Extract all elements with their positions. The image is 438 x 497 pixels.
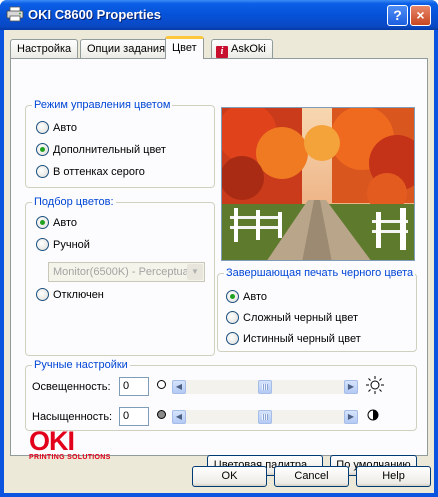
black-finish-group: Завершающая печать черного цвета Авто Сл… bbox=[217, 267, 417, 352]
radio-color-auto[interactable]: Авто bbox=[36, 121, 77, 134]
radio-button bbox=[36, 121, 49, 134]
manual-settings-group: Ручные настройки Освещенность: 0 ◀ ▶ Нас… bbox=[25, 359, 417, 431]
printer-icon bbox=[6, 6, 24, 22]
radio-composite-black[interactable]: Сложный черный цвет bbox=[226, 311, 358, 324]
radio-grayscale[interactable]: В оттенках серого bbox=[36, 165, 145, 178]
manual-settings-title: Ручные настройки bbox=[32, 359, 130, 371]
arrow-right-icon[interactable]: ▶ bbox=[344, 410, 358, 424]
autumn-road-image bbox=[222, 108, 414, 260]
color-matching-group: Подбор цветов: Авто Ручной Monitor(6500K… bbox=[25, 196, 215, 356]
saturation-slider-thumb[interactable] bbox=[258, 410, 272, 424]
color-profile-select[interactable]: Monitor(6500K) - Perceptual ▼ bbox=[48, 262, 205, 282]
help-title-button[interactable]: ? bbox=[387, 5, 408, 26]
window-title: OKI C8600 Properties bbox=[28, 7, 161, 22]
brightness-low-icon bbox=[157, 380, 166, 389]
radio-button bbox=[36, 165, 49, 178]
chevron-down-icon: ▼ bbox=[187, 264, 203, 280]
radio-button-checked bbox=[226, 290, 239, 303]
radio-true-black[interactable]: Истинный черный цвет bbox=[226, 332, 361, 345]
radio-matching-auto[interactable]: Авто bbox=[36, 216, 77, 229]
color-tab-panel: Режим управления цветом Авто Дополнитель… bbox=[10, 58, 428, 476]
sun-icon bbox=[366, 376, 384, 394]
color-preview-image bbox=[221, 107, 415, 261]
ok-button[interactable]: OK bbox=[192, 466, 267, 487]
brightness-input[interactable]: 0 bbox=[119, 377, 149, 396]
radio-advanced-color[interactable]: Дополнительный цвет bbox=[36, 143, 166, 156]
help-button[interactable]: Help bbox=[356, 466, 431, 487]
tab-settings[interactable]: Настройка bbox=[10, 39, 79, 58]
info-icon: i bbox=[216, 46, 228, 58]
color-matching-title: Подбор цветов: bbox=[32, 196, 116, 208]
close-button[interactable]: × bbox=[410, 5, 431, 26]
tab-askoki[interactable]: i AskOki bbox=[211, 39, 273, 58]
dialog-client-area: Настройка Опции задания Цвет i AskOki Реж… bbox=[4, 30, 434, 493]
saturation-low-icon bbox=[157, 410, 166, 419]
radio-button bbox=[36, 288, 49, 301]
tab-job-options[interactable]: Опции задания bbox=[80, 39, 173, 58]
color-mode-title: Режим управления цветом bbox=[32, 99, 173, 111]
radio-button bbox=[226, 332, 239, 345]
cancel-button[interactable]: Cancel bbox=[274, 466, 349, 487]
color-mode-group: Режим управления цветом Авто Дополнитель… bbox=[25, 99, 215, 188]
contrast-icon bbox=[367, 409, 379, 421]
radio-button bbox=[36, 238, 49, 251]
properties-window: OKI C8600 Properties ? × Настройка Опции… bbox=[0, 0, 438, 497]
radio-button-checked bbox=[36, 143, 49, 156]
arrow-left-icon[interactable]: ◀ bbox=[172, 410, 186, 424]
radio-matching-off[interactable]: Отключен bbox=[36, 288, 104, 301]
radio-button bbox=[226, 311, 239, 324]
saturation-label: Насыщенность: bbox=[32, 411, 113, 423]
saturation-slider[interactable]: ◀ ▶ bbox=[172, 410, 358, 424]
saturation-input[interactable]: 0 bbox=[119, 407, 149, 426]
brightness-label: Освещенность: bbox=[32, 381, 111, 393]
title-bar[interactable]: OKI C8600 Properties ? × bbox=[0, 0, 438, 30]
oki-logo: OKI PRINTING SOLUTIONS bbox=[29, 426, 111, 462]
radio-button-checked bbox=[36, 216, 49, 229]
arrow-right-icon[interactable]: ▶ bbox=[344, 380, 358, 394]
black-finish-title: Завершающая печать черного цвета bbox=[224, 267, 416, 279]
tab-color[interactable]: Цвет bbox=[165, 36, 204, 59]
brightness-slider-thumb[interactable] bbox=[258, 380, 272, 394]
brightness-slider[interactable]: ◀ ▶ bbox=[172, 380, 358, 394]
arrow-left-icon[interactable]: ◀ bbox=[172, 380, 186, 394]
radio-black-auto[interactable]: Авто bbox=[226, 290, 267, 303]
radio-matching-manual[interactable]: Ручной bbox=[36, 238, 90, 251]
